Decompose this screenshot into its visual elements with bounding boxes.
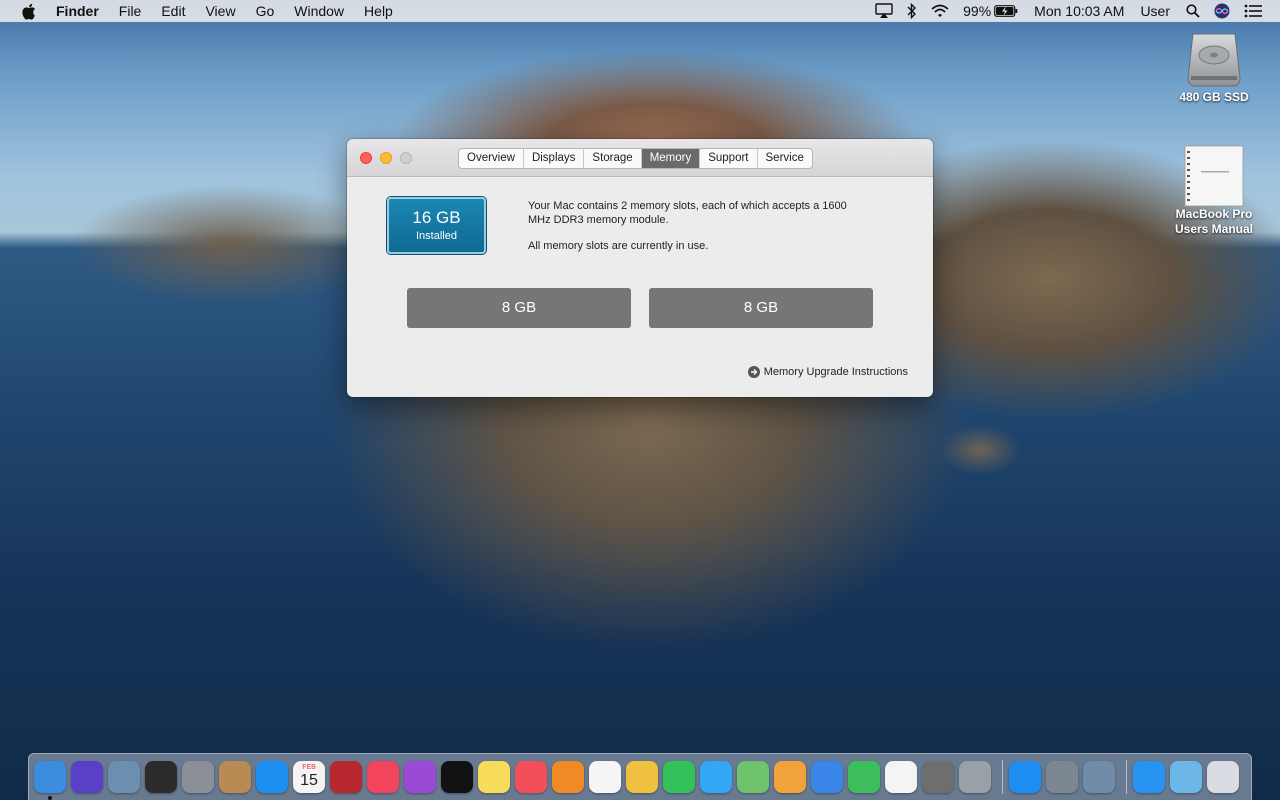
menu-app-finder[interactable]: Finder bbox=[56, 0, 109, 22]
photos-icon[interactable] bbox=[626, 761, 658, 793]
app-store-folder-icon[interactable] bbox=[1133, 761, 1165, 793]
tab-memory[interactable]: Memory bbox=[641, 149, 701, 168]
apple-tv-icon[interactable] bbox=[441, 761, 473, 793]
activity-monitor-icon[interactable] bbox=[145, 761, 177, 793]
tab-support[interactable]: Support bbox=[700, 149, 758, 168]
pages-icon[interactable] bbox=[774, 761, 806, 793]
music-icon[interactable] bbox=[367, 761, 399, 793]
disk-utility-icon[interactable] bbox=[959, 761, 991, 793]
installed-memory-badge: 16 GB Installed bbox=[387, 197, 486, 254]
memory-status-text: All memory slots are currently in use. bbox=[528, 240, 709, 252]
memory-slot-1: 8 GB bbox=[407, 288, 631, 328]
facetime-icon[interactable] bbox=[663, 761, 695, 793]
menu-clock[interactable]: Mon 10:03 AM bbox=[1034, 0, 1124, 22]
airplay-icon[interactable] bbox=[875, 3, 893, 19]
tab-bar: Overview Displays Storage Memory Support… bbox=[458, 148, 813, 169]
menu-window[interactable]: Window bbox=[284, 0, 354, 22]
running-indicator bbox=[48, 796, 52, 800]
menu-edit[interactable]: Edit bbox=[151, 0, 195, 22]
podcasts-icon[interactable] bbox=[404, 761, 436, 793]
window-titlebar[interactable]: Overview Displays Storage Memory Support… bbox=[347, 139, 933, 177]
installed-memory-size: 16 GB bbox=[412, 208, 461, 227]
installed-memory-label: Installed bbox=[416, 230, 457, 242]
minimize-button[interactable] bbox=[380, 152, 392, 164]
wifi-icon[interactable] bbox=[931, 4, 949, 18]
keynote-icon[interactable] bbox=[811, 761, 843, 793]
trash-icon[interactable] bbox=[1207, 761, 1239, 793]
bluetooth-icon[interactable] bbox=[907, 3, 917, 19]
messages-icon[interactable] bbox=[700, 761, 732, 793]
memory-upgrade-link[interactable]: Memory Upgrade Instructions bbox=[747, 366, 908, 378]
tab-storage[interactable]: Storage bbox=[584, 149, 642, 168]
document-icon bbox=[1159, 145, 1269, 207]
reminders-icon[interactable] bbox=[589, 761, 621, 793]
apple-menu-icon[interactable] bbox=[18, 1, 38, 21]
tab-overview[interactable]: Overview bbox=[459, 149, 524, 168]
battery-charging-icon bbox=[994, 5, 1018, 17]
dock-separator bbox=[1126, 760, 1127, 794]
arrow-right-circle-icon bbox=[747, 366, 760, 378]
desktop-icon-ssd[interactable]: 480 GB SSD bbox=[1159, 30, 1269, 105]
image-capture-icon[interactable] bbox=[1083, 761, 1115, 793]
zoom-button bbox=[400, 152, 412, 164]
contacts-icon[interactable] bbox=[219, 761, 251, 793]
memory-slots-text: Your Mac contains 2 memory slots, each o… bbox=[528, 200, 847, 226]
numbers-icon[interactable] bbox=[848, 761, 880, 793]
menu-file[interactable]: File bbox=[109, 0, 152, 22]
memory-upgrade-label: Memory Upgrade Instructions bbox=[763, 366, 908, 378]
tab-service[interactable]: Service bbox=[758, 149, 812, 168]
finder-icon[interactable] bbox=[34, 761, 66, 800]
launchpad-icon[interactable] bbox=[182, 761, 214, 793]
preview-icon[interactable] bbox=[108, 761, 140, 793]
dock-separator bbox=[1002, 760, 1003, 794]
dock: FEB 15 bbox=[28, 753, 1252, 800]
notes-icon[interactable] bbox=[478, 761, 510, 793]
app-store-icon[interactable] bbox=[1009, 761, 1041, 793]
desktop-icon-label: 480 GB SSD bbox=[1179, 90, 1249, 104]
calendar-icon[interactable]: FEB 15 bbox=[293, 761, 325, 793]
system-preferences-icon[interactable] bbox=[922, 761, 954, 793]
desktop-icon-label: MacBook Pro Users Manual bbox=[1174, 207, 1254, 236]
spotlight-search-icon[interactable] bbox=[1186, 4, 1200, 18]
photo-booth-icon[interactable] bbox=[330, 761, 362, 793]
battery-percent: 99% bbox=[963, 3, 992, 19]
news-icon[interactable] bbox=[515, 761, 547, 793]
menu-bar: Finder File Edit View Go Window Help 99%… bbox=[0, 0, 1280, 22]
memory-slot-2: 8 GB bbox=[649, 288, 873, 328]
books-icon[interactable] bbox=[552, 761, 584, 793]
maps-icon[interactable] bbox=[737, 761, 769, 793]
safari-icon[interactable] bbox=[256, 761, 288, 793]
close-button[interactable] bbox=[360, 152, 372, 164]
siri-menu-icon[interactable] bbox=[1214, 3, 1230, 19]
downloads-folder-icon[interactable] bbox=[1170, 761, 1202, 793]
hard-drive-icon bbox=[1159, 30, 1269, 90]
desktop-icon-manual[interactable]: MacBook Pro Users Manual bbox=[1159, 145, 1269, 237]
calendar-day: 15 bbox=[300, 772, 318, 789]
battery-status[interactable]: 99% bbox=[963, 0, 1018, 22]
calendar-month: FEB bbox=[302, 764, 316, 771]
siri-icon[interactable] bbox=[71, 761, 103, 793]
memory-description: Your Mac contains 2 memory slots, each o… bbox=[528, 199, 858, 265]
chrome-icon[interactable] bbox=[885, 761, 917, 793]
menu-user[interactable]: User bbox=[1140, 0, 1170, 22]
automator-icon[interactable] bbox=[1046, 761, 1078, 793]
menu-help[interactable]: Help bbox=[354, 0, 403, 22]
menu-go[interactable]: Go bbox=[246, 0, 285, 22]
tab-displays[interactable]: Displays bbox=[524, 149, 585, 168]
memory-pane: 16 GB Installed Your Mac contains 2 memo… bbox=[347, 177, 933, 397]
notification-center-icon[interactable] bbox=[1244, 4, 1262, 18]
about-this-mac-window: Overview Displays Storage Memory Support… bbox=[347, 139, 933, 397]
menu-view[interactable]: View bbox=[195, 0, 245, 22]
